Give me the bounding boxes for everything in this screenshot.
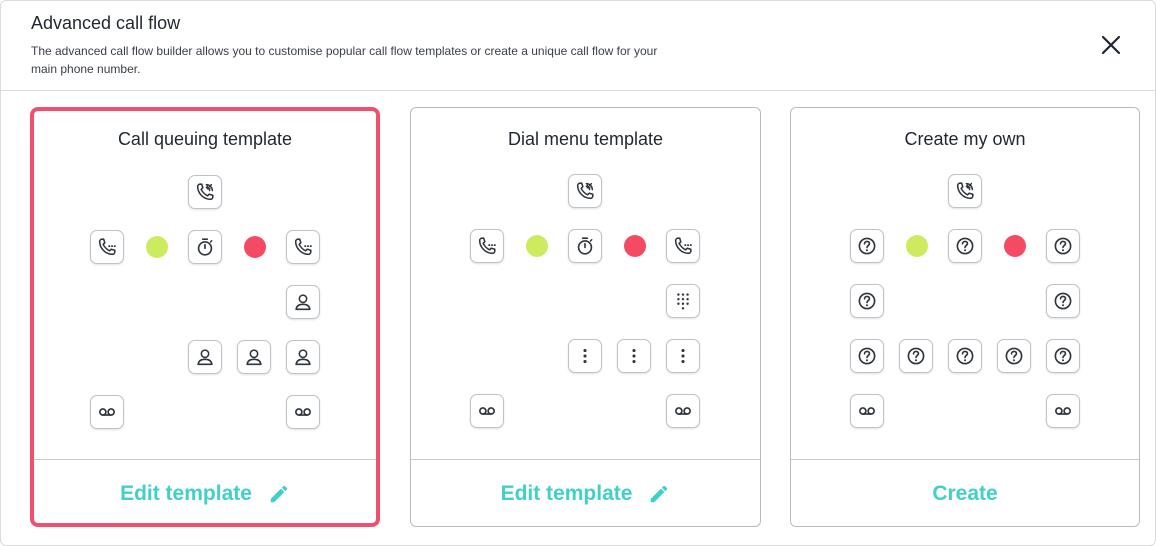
dialog-description: The advanced call flow builder allows yo… <box>31 44 658 76</box>
timer-icon <box>574 235 596 257</box>
voicemail-icon <box>476 400 498 422</box>
voicemail-icon <box>856 400 878 422</box>
voicemail-icon <box>672 400 694 422</box>
vertical-dots-icon <box>574 345 596 367</box>
voicemail-node <box>850 394 884 428</box>
close-icon[interactable] <box>1099 33 1123 57</box>
voicemail-node <box>286 395 320 429</box>
incoming-call-icon <box>954 180 976 202</box>
user-icon <box>243 346 265 368</box>
question-icon <box>1052 345 1074 367</box>
voicemail-icon <box>1052 400 1074 422</box>
create-my-own-card[interactable]: Create my own Create <box>790 107 1140 527</box>
voicemail-node <box>470 394 504 428</box>
question-icon <box>1003 345 1025 367</box>
question-icon <box>954 345 976 367</box>
dialpad-icon <box>672 290 694 312</box>
unknown-node <box>1046 229 1080 263</box>
unknown-node <box>948 229 982 263</box>
unknown-node <box>850 229 884 263</box>
question-icon <box>856 290 878 312</box>
pencil-icon <box>648 483 670 505</box>
menu-option-node <box>568 339 602 373</box>
dialog-title: Advanced call flow <box>31 13 181 33</box>
create-button[interactable]: Create <box>791 459 1139 527</box>
ringing-phone-icon <box>96 236 118 258</box>
pencil-icon <box>268 483 290 505</box>
ringing-phone-icon <box>672 235 694 257</box>
question-icon <box>856 235 878 257</box>
timer-node <box>568 229 602 263</box>
dialpad-node <box>666 284 700 318</box>
unknown-node <box>948 339 982 373</box>
question-icon <box>954 235 976 257</box>
user-icon <box>292 291 314 313</box>
voicemail-node <box>90 395 124 429</box>
question-icon <box>856 345 878 367</box>
unknown-node <box>1046 339 1080 373</box>
card-title: Dial menu template <box>507 129 664 149</box>
incoming-call-icon <box>574 180 596 202</box>
closed-hours-dot <box>624 235 646 257</box>
incoming-call-node <box>568 174 602 208</box>
unknown-node <box>899 339 933 373</box>
menu-option-node <box>666 339 700 373</box>
vertical-dots-icon <box>623 345 645 367</box>
timer-icon <box>194 236 216 258</box>
edit-template-button[interactable]: Edit template <box>34 459 376 527</box>
unknown-node <box>850 339 884 373</box>
voicemail-node <box>1046 394 1080 428</box>
closed-hours-dot <box>244 236 266 258</box>
ring-node <box>90 230 124 264</box>
open-hours-dot <box>906 235 928 257</box>
user-node <box>286 285 320 319</box>
edit-template-button[interactable]: Edit template <box>411 459 760 527</box>
user-icon <box>194 346 216 368</box>
closed-hours-dot <box>1004 235 1026 257</box>
edit-template-label: Edit template <box>500 481 633 505</box>
timer-node <box>188 230 222 264</box>
dialog-header: Advanced call flow The advanced call flo… <box>1 1 1155 91</box>
ring-node <box>470 229 504 263</box>
unknown-node <box>997 339 1031 373</box>
ring-node <box>286 230 320 264</box>
call-queuing-template-card[interactable]: Call queuing template Edit template <box>30 107 380 527</box>
user-node <box>286 340 320 374</box>
unknown-node <box>850 284 884 318</box>
open-hours-dot <box>526 235 548 257</box>
voicemail-icon <box>292 401 314 423</box>
vertical-dots-icon <box>672 345 694 367</box>
ring-node <box>666 229 700 263</box>
edit-template-label: Edit template <box>120 481 252 505</box>
question-icon <box>1052 290 1074 312</box>
ringing-phone-icon <box>476 235 498 257</box>
menu-option-node <box>617 339 651 373</box>
incoming-call-icon <box>194 181 216 203</box>
user-node <box>188 340 222 374</box>
incoming-call-node <box>948 174 982 208</box>
ringing-phone-icon <box>292 236 314 258</box>
user-icon <box>292 346 314 368</box>
voicemail-node <box>666 394 700 428</box>
question-icon <box>905 345 927 367</box>
incoming-call-node <box>188 175 222 209</box>
create-label: Create <box>932 481 998 505</box>
user-node <box>237 340 271 374</box>
voicemail-icon <box>96 401 118 423</box>
question-icon <box>1052 235 1074 257</box>
card-title: Create my own <box>904 129 1026 149</box>
dial-menu-template-card[interactable]: Dial menu template Edit template <box>410 107 761 527</box>
open-hours-dot <box>146 236 168 258</box>
card-title: Call queuing template <box>117 129 293 149</box>
unknown-node <box>1046 284 1080 318</box>
advanced-call-flow-dialog: Advanced call flow The advanced call flo… <box>0 0 1156 546</box>
